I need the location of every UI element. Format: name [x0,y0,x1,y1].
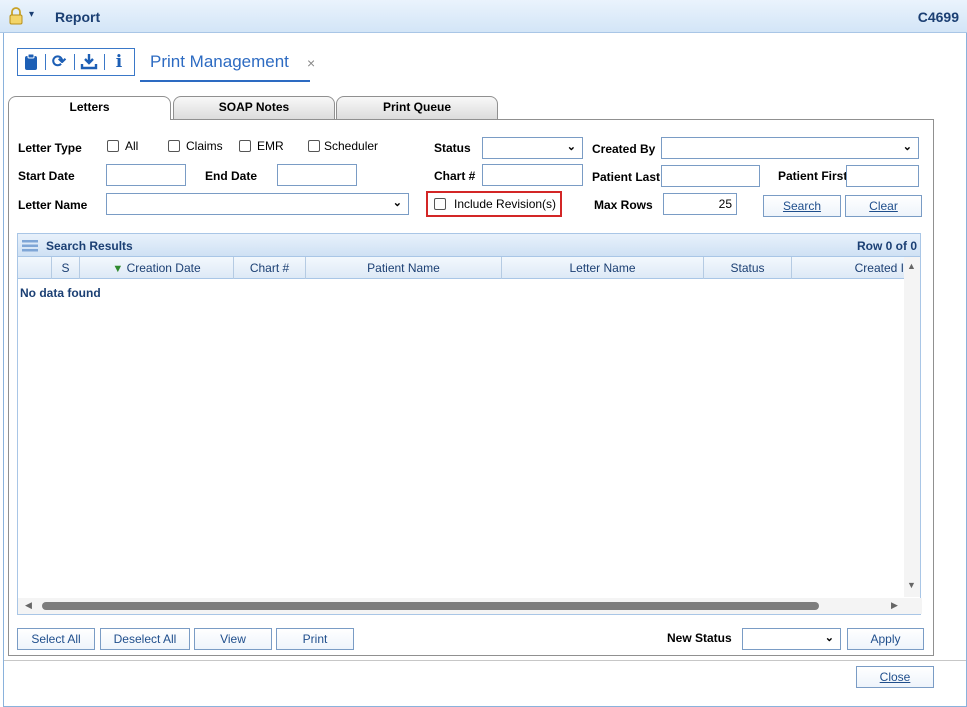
clear-button[interactable]: Clear [845,195,922,217]
chart-input[interactable] [482,164,583,186]
column-header-creation-date-label: Creation Date [126,261,201,275]
row-count: Row 0 of 0 [856,239,917,253]
column-header-letter-name[interactable]: Letter Name [502,257,704,279]
chevron-down-icon: ⌄ [392,197,402,209]
scroll-down-icon[interactable]: ▼ [907,580,916,590]
grid-header: S ▼ Creation Date Chart # Patient Name L… [18,257,906,279]
tab-soap-notes[interactable]: SOAP Notes [173,96,335,119]
max-rows-input[interactable]: 25 [663,193,737,215]
scroll-up-icon[interactable]: ▲ [907,261,916,271]
tab-print-queue[interactable]: Print Queue [336,96,498,119]
view-button[interactable]: View [194,628,272,650]
column-header-patient-name[interactable]: Patient Name [306,257,502,279]
lock-icon[interactable] [8,7,24,25]
window-title: Report [55,9,101,25]
all-checkbox[interactable] [107,140,119,152]
claims-label: Claims [186,139,223,153]
scheduler-checkbox[interactable] [308,140,320,152]
scroll-right-icon[interactable]: ▶ [891,600,898,611]
letter-name-label: Letter Name [18,198,88,212]
close-icon[interactable]: × [307,55,315,71]
tab-print-management[interactable]: Print Management [150,52,289,72]
chevron-down-icon: ⌄ [902,141,912,153]
column-header-creation-date[interactable]: ▼ Creation Date [80,257,234,279]
status-label: Status [434,141,471,155]
info-icon[interactable]: i [108,52,130,72]
end-date-label: End Date [205,169,258,183]
clipboard-icon[interactable] [20,52,42,72]
chevron-down-icon: ⌄ [824,632,834,644]
toolbar: ⟳ i [17,48,135,76]
empty-message: No data found [20,286,101,300]
column-header-created-by[interactable]: Created I [792,257,906,279]
close-button[interactable]: Close [856,666,934,688]
start-date-label: Start Date [18,169,75,183]
column-header-select[interactable] [18,257,52,279]
patient-last-input[interactable] [661,165,760,187]
status-select[interactable]: ⌄ [482,137,583,159]
emr-label: EMR [257,139,284,153]
chart-label: Chart # [434,169,476,183]
list-icon[interactable] [22,240,38,252]
horizontal-scrollbar[interactable]: ◀ ▶ [18,598,922,614]
new-status-label: New Status [667,631,732,645]
column-header-chart[interactable]: Chart # [234,257,306,279]
start-date-input[interactable] [106,164,186,186]
created-by-select[interactable]: ⌄ [661,137,919,159]
column-header-status[interactable]: Status [704,257,792,279]
include-revisions-label: Include Revision(s) [454,197,557,211]
patient-last-label: Patient Last [592,170,661,184]
max-rows-label: Max Rows [594,198,653,212]
tab-underline [140,80,310,82]
apply-button[interactable]: Apply [847,628,924,650]
all-label: All [125,139,139,153]
chevron-down-icon: ⌄ [566,141,576,153]
patient-first-label: Patient First [778,169,848,183]
scheduler-label: Scheduler [324,139,379,153]
tab-letters[interactable]: Letters [8,96,171,120]
window-titlebar: ▾ Report C4699 [0,0,967,33]
footer-divider [4,660,966,661]
select-all-button[interactable]: Select All [17,628,95,650]
toolbar-separator [104,54,105,70]
letter-type-label: Letter Type [18,141,82,155]
scroll-left-icon[interactable]: ◀ [25,600,32,611]
print-button[interactable]: Print [276,628,354,650]
download-icon[interactable] [78,52,100,72]
dropdown-caret-icon[interactable]: ▾ [29,9,34,20]
search-button[interactable]: Search [763,195,841,217]
created-by-label: Created By [592,142,656,156]
vertical-scrollbar[interactable]: ▲ ▼ [904,257,920,597]
column-header-s[interactable]: S [52,257,80,279]
new-status-select[interactable]: ⌄ [742,628,841,650]
patient-first-input[interactable] [846,165,919,187]
deselect-all-button[interactable]: Deselect All [100,628,190,650]
results-grid: S ▼ Creation Date Chart # Patient Name L… [17,257,922,615]
search-results-title: Search Results [46,239,133,253]
toolbar-separator [45,54,46,70]
toolbar-separator [74,54,75,70]
refresh-icon[interactable]: ⟳ [48,52,70,72]
include-revisions-checkbox[interactable] [434,198,446,210]
claims-checkbox[interactable] [168,140,180,152]
window-code: C4699 [917,9,959,25]
end-date-input[interactable] [277,164,357,186]
horizontal-scroll-thumb[interactable] [42,602,819,610]
sort-desc-icon: ▼ [112,263,124,275]
emr-checkbox[interactable] [239,140,251,152]
letter-name-select[interactable]: ⌄ [106,193,409,215]
search-results-header: Search Results Row 0 of 0 [17,233,921,257]
